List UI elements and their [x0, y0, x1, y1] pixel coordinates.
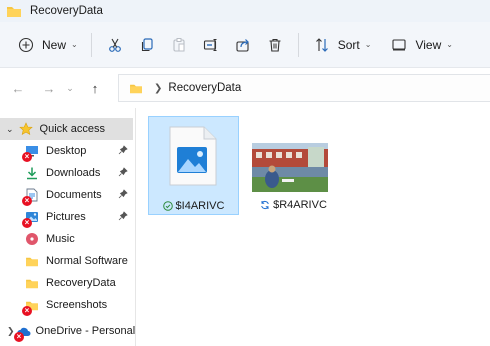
forward-button[interactable]: →: [36, 75, 62, 101]
back-button[interactable]: ←: [5, 75, 31, 101]
sidebar-item-label: Pictures: [46, 211, 86, 223]
pin-icon: [118, 145, 128, 158]
synced-check-icon: [162, 201, 173, 211]
up-arrow-icon: ↑: [91, 80, 99, 96]
sidebar-item-onedrive[interactable]: ❯ OneDrive - Personal ×: [0, 320, 135, 342]
error-icon: ×: [22, 218, 32, 228]
sidebar-item-desktop[interactable]: Desktop ×: [0, 140, 135, 162]
view-icon: [389, 35, 409, 55]
view-button[interactable]: View ⌄: [383, 30, 459, 60]
window-title: RecoveryData: [30, 5, 103, 17]
pin-icon: [118, 211, 128, 224]
sidebar-item-label: Documents: [46, 189, 102, 201]
copy-button[interactable]: [131, 30, 163, 60]
new-button[interactable]: New ⌄: [10, 30, 84, 60]
file-list: $I4ARIVC $R4ARIVC: [136, 108, 490, 346]
sidebar-item-quick-access[interactable]: ⌄ Quick access: [0, 118, 133, 140]
sidebar-item-label: Desktop: [46, 145, 87, 157]
forward-arrow-icon: →: [42, 80, 56, 96]
error-icon: ×: [14, 332, 24, 342]
chevron-down-icon: ⌄: [364, 40, 372, 49]
error-icon: ×: [22, 152, 32, 162]
share-button[interactable]: [227, 30, 259, 60]
divider: [90, 32, 92, 57]
sidebar-item-label: Quick access: [39, 123, 105, 135]
image-file-icon: [168, 125, 218, 190]
sidebar-item-normal-software[interactable]: Normal Software: [0, 250, 135, 272]
back-arrow-icon: ←: [11, 80, 25, 96]
sort-button[interactable]: Sort ⌄: [306, 30, 378, 60]
sidebar-item-label: RecoveryData: [46, 277, 116, 289]
sidebar-item-label: Music: [46, 233, 75, 245]
paste-button[interactable]: [163, 30, 195, 60]
pin-icon: [118, 189, 128, 202]
chevron-down-icon: ⌄: [71, 40, 78, 49]
navigation-pane: ⌄ Quick access Desktop × Downloads Docum…: [0, 108, 135, 346]
sidebar-item-label: Downloads: [46, 167, 101, 179]
file-name: $I4ARIVC: [175, 200, 225, 212]
sidebar-item-label: Screenshots: [46, 299, 108, 311]
pin-icon: [118, 167, 128, 180]
star-icon: [16, 119, 36, 139]
folder-icon: [22, 273, 42, 293]
error-icon: ×: [22, 196, 32, 206]
navigation-bar: ← → ⌄ ↑ ❯ RecoveryData: [0, 68, 490, 108]
music-icon: [22, 229, 42, 249]
sidebar-item-pictures[interactable]: Pictures ×: [0, 206, 135, 228]
folder-icon: [4, 1, 24, 21]
chevron-down-icon: ⌄: [446, 40, 453, 49]
new-icon: [16, 35, 36, 55]
sync-pending-icon: [260, 200, 270, 210]
sidebar-item-downloads[interactable]: Downloads: [0, 162, 135, 184]
breadcrumb-chevron-icon: ❯: [154, 82, 163, 94]
command-bar: New ⌄ Sort ⌄ View ⌄: [0, 22, 490, 68]
recent-locations-button[interactable]: ⌄: [62, 75, 78, 101]
error-icon: ×: [22, 306, 32, 316]
folder-icon: [22, 251, 42, 271]
title-bar: RecoveryData: [0, 0, 490, 22]
chevron-down-icon: ⌄: [66, 82, 74, 93]
file-item[interactable]: $I4ARIVC: [148, 116, 239, 215]
breadcrumb-item[interactable]: RecoveryData: [168, 82, 241, 94]
sidebar-item-screenshots[interactable]: Screenshots ×: [0, 294, 135, 316]
file-item[interactable]: $R4ARIVC: [248, 116, 339, 215]
share-icon: [233, 35, 253, 55]
sort-icon: [312, 35, 332, 55]
sort-label: Sort: [337, 37, 360, 52]
download-icon: [22, 163, 42, 183]
cut-button[interactable]: [99, 30, 131, 60]
folder-icon: [126, 78, 146, 98]
delete-button[interactable]: [259, 30, 291, 60]
delete-icon: [265, 35, 285, 55]
new-label: New: [42, 37, 67, 52]
sidebar-item-music[interactable]: Music: [0, 228, 135, 250]
sidebar-item-documents[interactable]: Documents ×: [0, 184, 135, 206]
file-name-row: $R4ARIVC: [248, 199, 339, 211]
chevron-down-icon: ⌄: [6, 123, 14, 134]
rename-button[interactable]: [195, 30, 227, 60]
divider: [297, 32, 299, 57]
paste-icon: [169, 35, 189, 55]
rename-icon: [201, 35, 221, 55]
sidebar-item-recoverydata[interactable]: RecoveryData: [0, 272, 135, 294]
cut-icon: [105, 35, 125, 55]
photo-thumbnail: [252, 143, 328, 195]
sidebar-item-label: OneDrive - Personal: [35, 325, 136, 337]
file-name-row: $I4ARIVC: [149, 200, 238, 212]
file-name: $R4ARIVC: [273, 199, 327, 211]
copy-icon: [137, 35, 157, 55]
up-button[interactable]: ↑: [82, 75, 108, 101]
view-label: View: [415, 37, 442, 52]
address-bar[interactable]: ❯ RecoveryData: [118, 74, 490, 102]
sidebar-item-label: Normal Software: [46, 255, 128, 267]
